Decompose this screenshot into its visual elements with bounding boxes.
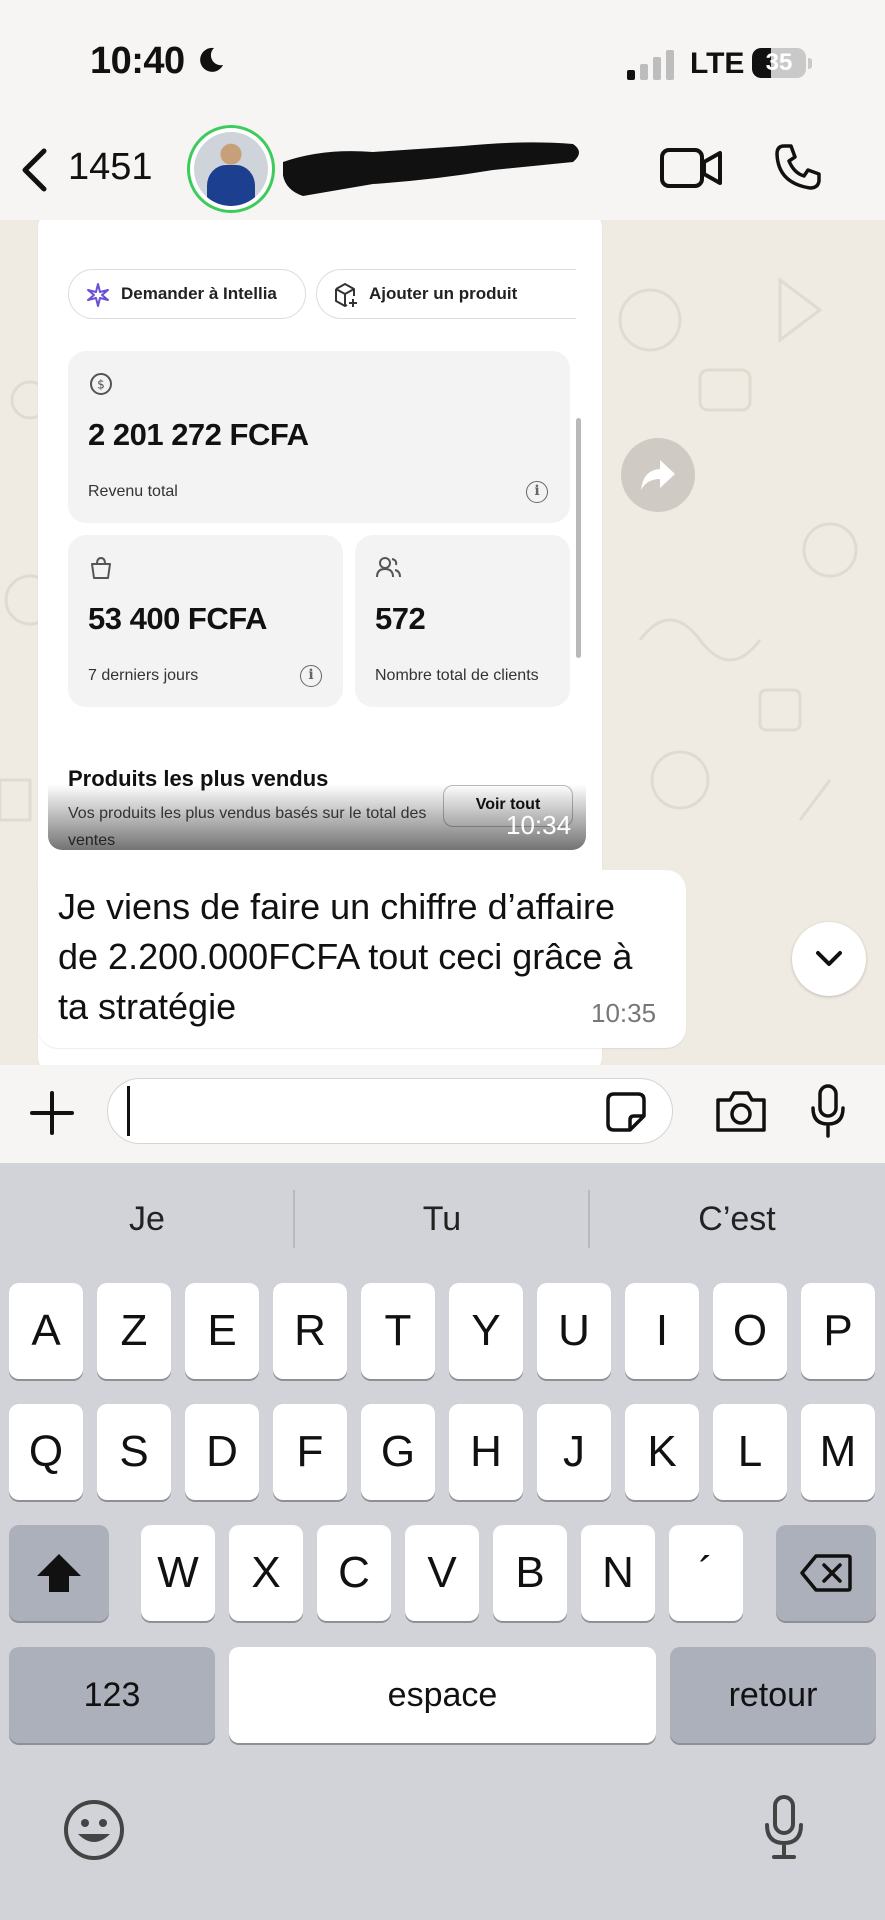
key[interactable]: B (493, 1525, 567, 1621)
status-time: 10:40 (90, 40, 185, 82)
key[interactable]: Y (449, 1283, 523, 1379)
key[interactable]: ´ (669, 1525, 743, 1621)
shift-key[interactable] (9, 1525, 109, 1621)
suggestion-2[interactable]: Tu (295, 1200, 589, 1239)
svg-text:$: $ (97, 378, 105, 392)
key[interactable]: V (405, 1525, 479, 1621)
forward-icon (641, 460, 675, 490)
key[interactable]: C (317, 1525, 391, 1621)
key[interactable]: I (625, 1283, 699, 1379)
redacted-contact-name[interactable] (283, 140, 583, 198)
key[interactable]: M (801, 1404, 875, 1500)
key[interactable]: D (185, 1404, 259, 1500)
products-title: Produits les plus vendus (68, 766, 329, 791)
key[interactable]: T (361, 1283, 435, 1379)
total-revenue-label: Revenu total (88, 483, 178, 500)
total-revenue-card: $ 2 201 272 FCFA Revenu total i (68, 351, 570, 523)
back-unread-count[interactable]: 1451 (68, 146, 153, 189)
message-input[interactable] (107, 1078, 673, 1144)
key[interactable]: A (9, 1283, 83, 1379)
last-7-days-value: 53 400 FCFA (88, 601, 267, 636)
sparkle-icon (87, 283, 109, 307)
key[interactable]: L (713, 1404, 787, 1500)
suggestion-3[interactable]: C’est (590, 1200, 884, 1239)
clients-label: Nombre total de clients (375, 667, 539, 684)
info-icon: i (300, 665, 322, 687)
ask-intellia-label: Demander à Intellia (121, 284, 277, 303)
chevron-down-icon (816, 951, 842, 966)
key[interactable]: J (537, 1404, 611, 1500)
camera-icon[interactable] (714, 1088, 768, 1134)
clients-value: 572 (375, 601, 426, 636)
text-message-bubble[interactable]: Je viens de faire un chiffre d’affaire d… (38, 870, 686, 1048)
key[interactable]: U (537, 1283, 611, 1379)
products-subtitle: Vos produits les plus vendus basés sur l… (68, 805, 427, 849)
suggestion-1[interactable]: Je (0, 1200, 294, 1239)
last-7-days-label: 7 derniers jours (88, 667, 199, 684)
battery-icon: 35 (752, 48, 814, 80)
forward-button[interactable] (621, 438, 695, 512)
scrollbar (576, 418, 581, 658)
return-key[interactable]: retour (670, 1647, 876, 1743)
ask-intellia-button: Demander à Intellia (68, 269, 306, 319)
key[interactable]: G (361, 1404, 435, 1500)
numbers-key[interactable]: 123 (9, 1647, 215, 1743)
microphone-icon[interactable] (810, 1084, 846, 1138)
users-icon (376, 557, 401, 578)
key[interactable]: P (801, 1283, 875, 1379)
shared-screenshot[interactable]: Demander à Intellia Ajouter un produit $… (48, 220, 586, 850)
signal-icon (627, 50, 674, 80)
key[interactable]: E (185, 1283, 259, 1379)
scroll-down-button[interactable] (792, 922, 866, 996)
key[interactable]: X (229, 1525, 303, 1621)
image-message-time: 10:34 (506, 810, 572, 840)
shift-icon (37, 1554, 81, 1592)
dictation-mic-icon[interactable] (764, 1795, 804, 1859)
key[interactable]: F (273, 1404, 347, 1500)
info-icon: i (526, 481, 548, 503)
total-revenue-value: 2 201 272 FCFA (88, 417, 309, 452)
sticker-icon[interactable] (604, 1090, 648, 1134)
key[interactable]: K (625, 1404, 699, 1500)
chevron-left-icon[interactable] (20, 148, 50, 192)
emoji-icon[interactable] (62, 1798, 126, 1862)
bag-icon (91, 556, 111, 579)
message-text: Je viens de faire un chiffre d’affaire d… (58, 886, 633, 1027)
package-add-icon (335, 283, 357, 307)
key[interactable]: Z (97, 1283, 171, 1379)
key[interactable]: R (273, 1283, 347, 1379)
key[interactable]: H (449, 1404, 523, 1500)
key[interactable]: Q (9, 1404, 83, 1500)
space-key[interactable]: espace (229, 1647, 656, 1743)
revenue-icon: $ (90, 373, 112, 395)
key[interactable]: S (97, 1404, 171, 1500)
moon-icon (200, 47, 223, 72)
message-time: 10:35 (591, 998, 657, 1028)
video-call-icon[interactable] (660, 146, 722, 190)
phone-call-icon[interactable] (774, 143, 822, 191)
clients-card: 572 Nombre total de clients (355, 535, 570, 707)
backspace-key[interactable] (776, 1525, 876, 1621)
plus-icon[interactable] (28, 1089, 76, 1137)
chat-area[interactable]: Demander à Intellia Ajouter un produit $… (0, 220, 885, 1065)
backspace-icon (800, 1554, 852, 1592)
add-product-label: Ajouter un produit (369, 284, 518, 303)
avatar[interactable] (187, 125, 275, 213)
battery-level: 35 (765, 49, 793, 76)
text-caret (127, 1086, 130, 1136)
key[interactable]: N (581, 1525, 655, 1621)
key[interactable]: O (713, 1283, 787, 1379)
key[interactable]: W (141, 1525, 215, 1621)
network-type: LTE (690, 47, 745, 80)
add-product-button: Ajouter un produit (316, 269, 576, 319)
last-7-days-card: 53 400 FCFA 7 derniers jours i (68, 535, 343, 707)
